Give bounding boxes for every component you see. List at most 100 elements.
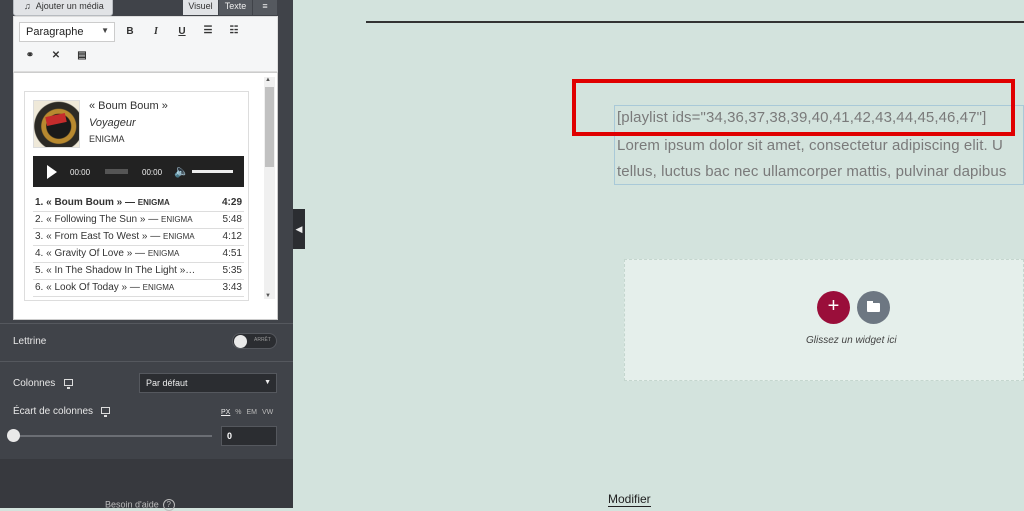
format-select-value: Paragraphe [26, 26, 84, 38]
unit-px[interactable]: PX [221, 409, 230, 416]
time-current: 00:00 [70, 168, 91, 177]
numbered-list-icon[interactable]: ☷ [226, 25, 242, 36]
lorem-line-1: Lorem ipsum dolor sit amet, consectetur … [617, 137, 1003, 154]
unit-percent[interactable]: % [235, 409, 241, 416]
format-select[interactable]: Paragraphe ▼ [19, 22, 115, 42]
lorem-line-2: tellus, luctus bac nec ullamcorper matti… [617, 163, 1007, 180]
editor-content[interactable]: « Boum Boum » Voyageur ENIGMA 00:00 00:0… [13, 72, 278, 320]
chevron-left-icon: ◀ [295, 224, 303, 234]
current-track-title: « Boum Boum » [89, 100, 168, 112]
add-media-label: Ajouter un média [35, 1, 104, 11]
link-icon[interactable]: ⚭ [22, 50, 38, 61]
track-artist: ENIGMA [142, 283, 175, 292]
unit-switcher: PX % EM VW [221, 409, 273, 416]
track-title: 4. « Gravity Of Love » — [35, 248, 148, 259]
modify-link[interactable]: Modifier [608, 492, 651, 507]
track-item[interactable]: 1. « Boum Boum » — ENIGMA 4:29 [33, 195, 244, 212]
dropcap-label: Lettrine [13, 336, 47, 347]
track-name: 1. « Boum Boum » — ENIGMA [35, 195, 211, 211]
scroll-up-icon[interactable]: ▲ [265, 77, 271, 83]
editor-toolbar: Paragraphe ▼ B I U ☰ ☷ ⚭ ✕ ▤ [13, 16, 278, 72]
columns-select[interactable]: Par défaut ▼ [139, 373, 277, 393]
add-section-button[interactable]: + [817, 291, 850, 324]
highlight-box [572, 79, 1015, 136]
divider [0, 323, 293, 324]
track-item[interactable]: 4. « Gravity Of Love » — ENIGMA 4:51 [33, 246, 244, 263]
toggle-knob [234, 335, 247, 348]
progress-bar[interactable] [105, 169, 128, 174]
toolbar-toggle-icon[interactable]: ▤ [74, 50, 90, 61]
underline-button[interactable]: U [174, 26, 190, 37]
track-name: 3. « From East To West » — ENIGMA [35, 229, 211, 245]
tab-text[interactable]: Texte [219, 0, 252, 15]
track-item[interactable]: 5. « In The Shadow In The Light »… 5:35 [33, 263, 244, 280]
play-icon[interactable] [47, 165, 57, 179]
track-title: 3. « From East To West » — [35, 231, 164, 242]
audio-player: 00:00 00:00 🔈 [33, 156, 244, 187]
gap-input[interactable]: 0 [221, 426, 277, 446]
question-icon: ? [162, 499, 175, 511]
track-item[interactable]: 6. « Look Of Today » — ENIGMA 3:43 [33, 280, 244, 297]
track-duration: 5:48 [222, 214, 242, 225]
volume-icon[interactable]: 🔈 [174, 164, 189, 178]
desktop-icon[interactable] [101, 407, 110, 417]
bold-button[interactable]: B [122, 26, 138, 37]
gap-label: Écart de colonnes [13, 406, 94, 417]
volume-slider[interactable] [192, 170, 233, 173]
media-icon: ♫ [24, 1, 31, 11]
editor-panel: ♫ Ajouter un média Visuel Texte ≡ Paragra… [0, 0, 293, 511]
track-name: 6. « Look Of Today » — ENIGMA [35, 280, 211, 296]
track-title: 1. « Boum Boum » — [35, 197, 138, 208]
horizontal-rule [366, 21, 1024, 23]
scroll-thumb[interactable] [265, 87, 274, 167]
desktop-icon[interactable] [64, 379, 73, 389]
divider [0, 361, 293, 362]
playlist-widget: « Boum Boum » Voyageur ENIGMA 00:00 00:0… [24, 91, 249, 301]
add-media-button[interactable]: ♫ Ajouter un média [13, 0, 113, 16]
track-title: 5. « In The Shadow In The Light »… [35, 265, 196, 276]
chevron-down-icon: ▼ [101, 26, 109, 35]
track-artist: ENIGMA [163, 232, 195, 241]
track-artist: ENIGMA [161, 215, 193, 224]
collapse-panel-button[interactable]: ◀ [293, 209, 305, 249]
track-duration: 4:12 [222, 231, 242, 242]
track-duration: 4:29 [221, 197, 242, 208]
track-title: 6. « Look Of Today » — [35, 282, 143, 293]
track-name: 4. « Gravity Of Love » — ENIGMA [35, 246, 211, 262]
toggle-state: ARRÊT [254, 337, 271, 343]
database-icon[interactable]: ≡ [253, 0, 277, 15]
chevron-down-icon: ▼ [264, 379, 271, 386]
track-item[interactable]: 2. « Following The Sun » — ENIGMA 5:48 [33, 212, 244, 229]
unit-vw[interactable]: VW [262, 409, 273, 416]
unit-em[interactable]: EM [246, 409, 257, 416]
current-artist: ENIGMA [89, 134, 125, 144]
help-link[interactable]: Besoin d'aide? [105, 499, 175, 511]
scroll-down-icon[interactable]: ▼ [265, 293, 271, 299]
track-item[interactable]: 3. « From East To West » — ENIGMA 4:12 [33, 229, 244, 246]
track-duration: 5:35 [222, 265, 242, 276]
bullet-list-icon[interactable]: ☰ [200, 25, 216, 36]
fullscreen-icon[interactable]: ✕ [48, 50, 64, 61]
columns-label: Colonnes [13, 378, 56, 389]
template-library-button[interactable] [857, 291, 890, 324]
plus-icon: + [827, 295, 840, 317]
dropcap-toggle[interactable]: ARRÊT [232, 333, 277, 349]
track-name: 2. « Following The Sun » — ENIGMA [35, 212, 211, 228]
time-total: 00:00 [142, 168, 163, 177]
track-title: 2. « Following The Sun » — [35, 214, 161, 225]
columns-select-value: Par défaut [146, 378, 188, 388]
track-list: 1. « Boum Boum » — ENIGMA 4:29 2. « Follo… [33, 195, 244, 297]
track-duration: 4:51 [222, 248, 242, 259]
album-cover [33, 100, 80, 148]
track-name: 5. « In The Shadow In The Light »… [35, 263, 211, 279]
italic-button[interactable]: I [148, 26, 164, 37]
track-artist: ENIGMA [137, 198, 170, 207]
gap-slider[interactable] [13, 435, 212, 437]
gap-slider-handle[interactable] [7, 429, 20, 442]
drop-zone-caption: Glissez un widget ici [806, 335, 897, 346]
tab-visual[interactable]: Visuel [183, 0, 218, 15]
editor-scrollbar[interactable]: ▲ ▼ [264, 77, 275, 299]
track-duration: 3:43 [222, 282, 242, 293]
current-album: Voyageur [89, 117, 136, 129]
track-artist: ENIGMA [147, 249, 180, 258]
